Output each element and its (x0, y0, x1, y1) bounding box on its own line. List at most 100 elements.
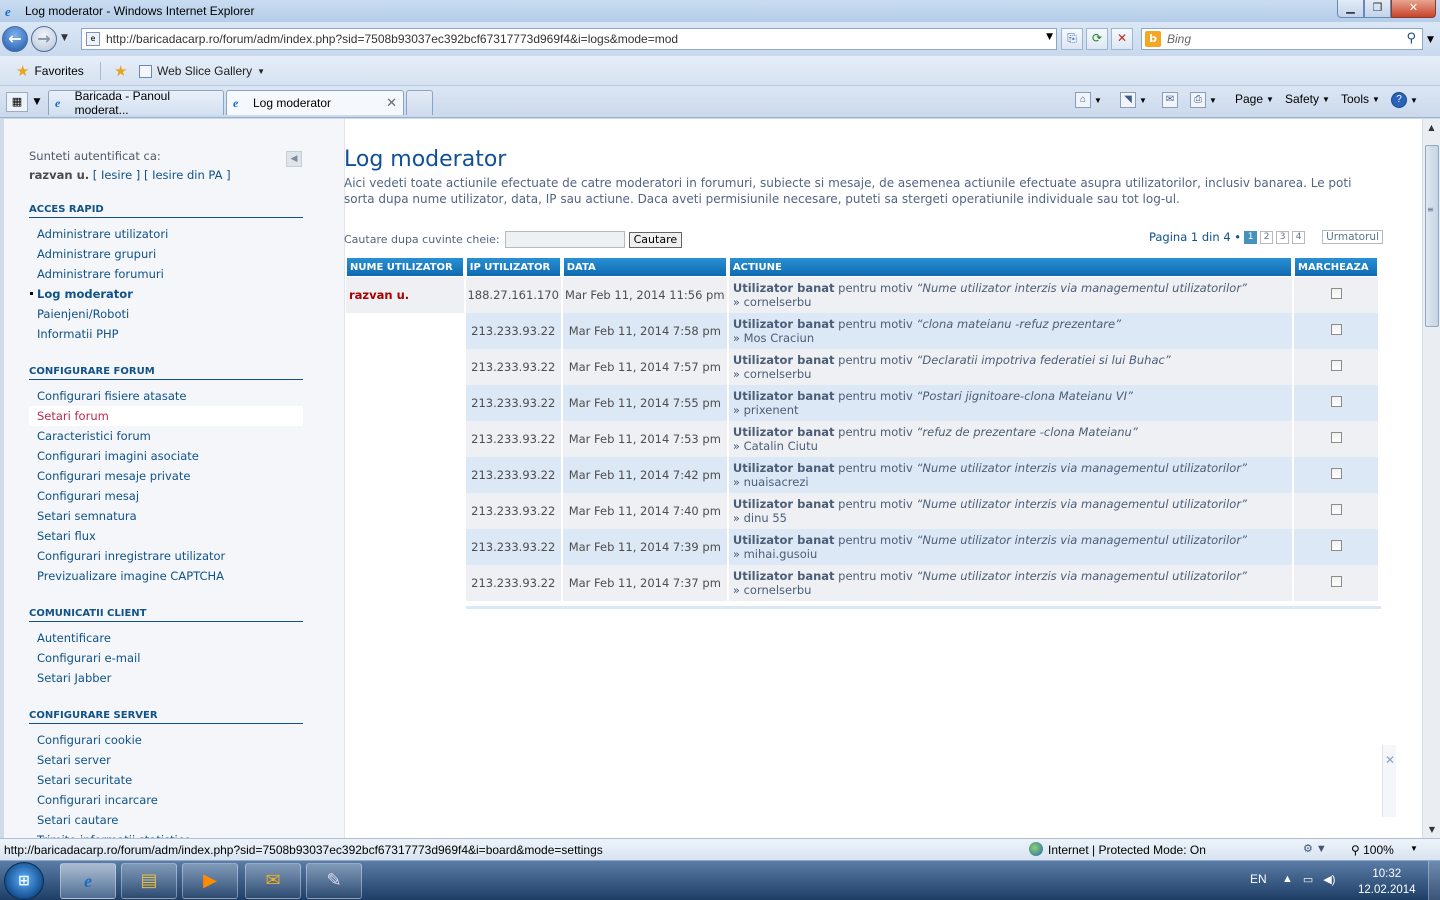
forward-button[interactable]: → (31, 26, 57, 52)
sidebar-item-administrare-utilizatori[interactable]: Administrare utilizatori (29, 224, 303, 244)
security-zone[interactable]: Internet | Protected Mode: On (1048, 843, 1206, 857)
print-dropdown-icon[interactable]: ▼ (1209, 96, 1217, 105)
close-panel-icon[interactable]: ✕ (1385, 753, 1395, 767)
close-tab-icon[interactable]: ✕ (386, 95, 397, 111)
search-icon[interactable]: ⚲ (1406, 31, 1416, 46)
scroll-thumb[interactable] (1425, 145, 1439, 327)
taskbar-explorer-icon[interactable]: ▤ (121, 863, 177, 899)
compatibility-view-icon[interactable]: ⎘ (1061, 28, 1083, 50)
mark-checkbox[interactable] (1330, 432, 1342, 443)
mark-checkbox[interactable] (1330, 504, 1342, 515)
mark-checkbox[interactable] (1330, 576, 1342, 587)
start-button[interactable]: ⊞ (4, 862, 44, 900)
sidebar-item-setari-server[interactable]: Setari server (29, 750, 303, 770)
sidebar-item-configurari-e-mail[interactable]: Configurari e-mail (29, 648, 303, 668)
tab-list-dropdown-icon[interactable]: ▼ (31, 92, 43, 112)
zoom-dropdown-icon[interactable]: ▼ (1410, 844, 1418, 853)
tab-log-moderator[interactable]: e Log moderator ✕ (226, 90, 404, 115)
show-desktop-button[interactable] (1428, 861, 1440, 900)
sidebar-item-administrare-grupuri[interactable]: Administrare grupuri (29, 244, 303, 264)
sidebar-item-configurari-cookie[interactable]: Configurari cookie (29, 730, 303, 750)
clock[interactable]: 10:32 12.02.2014 (1358, 866, 1416, 898)
mark-checkbox[interactable] (1330, 288, 1342, 299)
back-button[interactable]: ← (2, 26, 28, 52)
page-menu[interactable]: Page ▼ (1235, 92, 1274, 106)
header-action[interactable]: ACTIUNE (728, 257, 1292, 277)
address-url[interactable]: http://baricadacarp.ro/forum/adm/index.p… (106, 32, 678, 46)
scroll-up-icon[interactable]: ▲ (1423, 119, 1440, 136)
address-bar[interactable]: e http://baricadacarp.ro/forum/adm/index… (81, 28, 1057, 50)
web-slice-dropdown-icon[interactable]: ▼ (257, 67, 265, 76)
taskbar-paint-icon[interactable]: ✎ (306, 863, 362, 899)
tab-baricada[interactable]: e Baricada - Panoul moderat... (48, 89, 224, 117)
mark-checkbox[interactable] (1330, 360, 1342, 371)
sidebar-item-trimite-informatii-statistice[interactable]: Trimite informatii statistice (29, 830, 303, 838)
sidebar-item-configurari-mesaje-private[interactable]: Configurari mesaje private (29, 466, 303, 486)
header-date[interactable]: DATA (562, 257, 727, 277)
protected-mode-icon[interactable]: ⚙ ▼ (1303, 842, 1327, 855)
maximize-button[interactable]: ❐ (1364, 0, 1391, 18)
sidebar-item-configurari-imagini-asociate[interactable]: Configurari imagini asociate (29, 446, 303, 466)
sidebar-item-setari-jabber[interactable]: Setari Jabber (29, 668, 303, 688)
volume-icon[interactable]: ◀) (1323, 873, 1335, 886)
sidebar-item-administrare-forumuri[interactable]: Administrare forumuri (29, 264, 303, 284)
favorites-button[interactable]: ★ Favorites (16, 62, 84, 80)
new-tab-button[interactable] (406, 90, 433, 115)
home-button[interactable]: ⌂ ▼ (1075, 92, 1102, 108)
logout-acp-link[interactable]: [ Iesire din PA ] (144, 168, 231, 182)
sidebar-item-setari-forum[interactable]: Setari forum (29, 406, 303, 426)
taskbar-ie-icon[interactable]: e (60, 863, 116, 899)
home-dropdown-icon[interactable]: ▼ (1094, 96, 1102, 105)
search-box[interactable]: b Bing ⚲ (1141, 28, 1423, 50)
print-button[interactable]: ⎙ ▼ (1190, 92, 1217, 108)
quick-tabs-icon[interactable]: ▦ (6, 92, 28, 112)
sidebar-item-informatii-php[interactable]: Informatii PHP (29, 324, 303, 344)
sidebar-item-previzualizare-imagine-captcha[interactable]: Previzualizare imagine CAPTCHA (29, 566, 303, 586)
header-ip[interactable]: IP UTILIZATOR (465, 257, 561, 277)
web-slice-gallery-link[interactable]: Web Slice Gallery ▼ (139, 64, 265, 78)
mail-button[interactable]: ✉ (1162, 92, 1178, 108)
mark-checkbox[interactable] (1330, 324, 1342, 335)
header-user[interactable]: NUME UTILIZATOR (346, 257, 464, 277)
page-button[interactable]: 1 (1244, 230, 1258, 244)
mark-checkbox[interactable] (1330, 468, 1342, 479)
taskbar-outlook-icon[interactable]: ✉ (245, 863, 301, 899)
taskbar-media-player-icon[interactable]: ▶ (182, 863, 238, 899)
page-button[interactable]: 2 (1260, 230, 1274, 244)
help-menu[interactable]: ? ▼ (1391, 92, 1418, 108)
sidebar-item-configurari-mesaj[interactable]: Configurari mesaj (29, 486, 303, 506)
sidebar-item-configurari-inregistrare-utilizator[interactable]: Configurari inregistrare utilizator (29, 546, 303, 566)
mark-checkbox[interactable] (1330, 540, 1342, 551)
sidebar-item-configurari-incarcare[interactable]: Configurari incarcare (29, 790, 303, 810)
search-button[interactable]: Cautare (628, 231, 683, 248)
zoom-level[interactable]: ⚲ 100% (1351, 843, 1394, 857)
sidebar-item-setari-securitate[interactable]: Setari securitate (29, 770, 303, 790)
sidebar-item-paienjeni-roboti[interactable]: Paienjeni/Roboti (29, 304, 303, 324)
add-to-favorites-bar-icon[interactable]: ★ (114, 62, 127, 80)
show-hidden-icons-icon[interactable]: ▲ (1282, 873, 1293, 886)
address-dropdown-icon[interactable]: ▼ (1046, 32, 1053, 42)
feeds-button[interactable]: ◥ ▼ (1120, 92, 1147, 108)
sidebar-item-setari-flux[interactable]: Setari flux (29, 526, 303, 546)
refresh-icon[interactable]: ⟳ (1086, 28, 1108, 50)
sidebar-item-caracteristici-forum[interactable]: Caracteristici forum (29, 426, 303, 446)
close-button[interactable]: ✕ (1391, 0, 1436, 18)
feeds-dropdown-icon[interactable]: ▼ (1139, 96, 1147, 105)
scroll-down-icon[interactable]: ▼ (1423, 821, 1440, 838)
stop-icon[interactable]: ✕ (1111, 28, 1133, 50)
log-user[interactable]: razvan u. (346, 277, 464, 313)
page-scrollbar[interactable]: ▲ ≡ ▼ (1422, 119, 1440, 838)
page-button[interactable]: 3 (1276, 230, 1290, 244)
network-icon[interactable]: ▭ (1303, 873, 1313, 886)
mark-checkbox[interactable] (1330, 396, 1342, 407)
language-indicator[interactable]: EN (1250, 872, 1267, 886)
keyword-search-input[interactable] (504, 231, 625, 248)
sidebar-item-log-moderator[interactable]: Log moderator (29, 284, 303, 304)
search-placeholder[interactable]: Bing (1167, 32, 1191, 46)
next-page-link[interactable]: Urmatorul (1322, 230, 1383, 244)
sidebar-item-autentificare[interactable]: Autentificare (29, 628, 303, 648)
safety-menu[interactable]: Safety ▼ (1285, 92, 1330, 106)
page-button[interactable]: 4 (1292, 230, 1306, 244)
sidebar-item-configurari-fisiere-atasate[interactable]: Configurari fisiere atasate (29, 386, 303, 406)
search-options-dropdown-icon[interactable]: ▼ (1427, 35, 1434, 45)
